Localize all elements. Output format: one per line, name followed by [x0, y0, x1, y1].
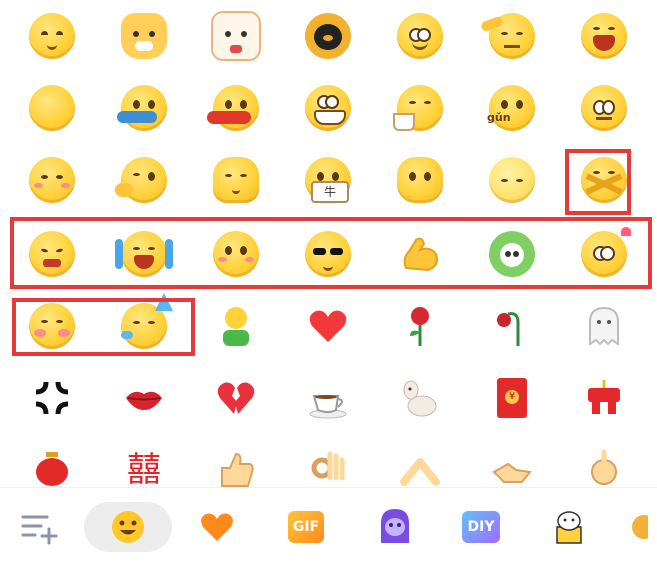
- yuan-symbol: ¥: [505, 390, 519, 404]
- emoji-tab[interactable]: [84, 502, 172, 552]
- handshake-icon: [492, 462, 532, 483]
- strong-arm-icon: [403, 237, 438, 272]
- wilted-rose-icon: [497, 312, 520, 346]
- shrug-face-emoji[interactable]: [206, 150, 266, 210]
- cabbage-dog-emoji[interactable]: [482, 224, 542, 284]
- ok-face-emoji[interactable]: [114, 150, 174, 210]
- hand-gesture-icon: [591, 449, 617, 485]
- more-tab[interactable]: [628, 502, 657, 552]
- broken-heart-emoji[interactable]: [206, 368, 266, 428]
- gif-tab-icon: GIF: [288, 511, 324, 543]
- alpaca-icon: [403, 380, 437, 417]
- firecracker-icon: [588, 380, 620, 414]
- green-man-icon: [223, 307, 249, 346]
- partial-sticker-icon: [632, 515, 648, 539]
- hand-gesture-emoji[interactable]: [574, 440, 634, 487]
- double-happiness-emoji[interactable]: 囍: [114, 440, 174, 487]
- wince-face-emoji[interactable]: [22, 224, 82, 284]
- niu-text: 牛: [311, 181, 349, 203]
- thumbs-up-emoji[interactable]: [206, 440, 266, 487]
- dazed-face-emoji[interactable]: [574, 224, 634, 284]
- firecracker-emoji[interactable]: [574, 368, 634, 428]
- red-envelope-emoji[interactable]: ¥: [482, 368, 542, 428]
- ok-hand-emoji[interactable]: [298, 440, 358, 487]
- favorites-tab[interactable]: [192, 502, 242, 552]
- gif-tab[interactable]: GIF: [281, 502, 331, 552]
- arms-crossed-emoji[interactable]: [574, 150, 634, 210]
- rose-icon: [410, 307, 429, 346]
- niu-fan-face-emoji[interactable]: 牛: [298, 150, 358, 210]
- sticker-tab-bar: GIF DIY: [0, 487, 657, 566]
- smile-face-emoji[interactable]: [22, 6, 82, 66]
- cool-face-emoji[interactable]: [298, 224, 358, 284]
- cat-gift-icon: [556, 511, 582, 544]
- blush-face-emoji[interactable]: [206, 224, 266, 284]
- salute-face-emoji[interactable]: [479, 6, 542, 66]
- fish-face-emoji[interactable]: [114, 78, 174, 138]
- ox-penguin-emoji[interactable]: [298, 6, 358, 66]
- pointing-hands-icon: [400, 458, 440, 486]
- lips-emoji[interactable]: [114, 368, 174, 428]
- diy-tab-icon: DIY: [462, 511, 500, 543]
- red-fish-face-emoji[interactable]: [206, 78, 266, 138]
- lantern-emoji[interactable]: [22, 440, 82, 487]
- anger-icon: [35, 381, 69, 415]
- cat-smirk-emoji[interactable]: [114, 6, 174, 66]
- coffee-icon: [309, 395, 347, 419]
- hug-face-emoji[interactable]: [22, 150, 82, 210]
- favorites-heart-icon: [201, 513, 233, 541]
- teeth-grin-emoji[interactable]: [298, 78, 358, 138]
- pointing-hands-emoji[interactable]: [390, 440, 450, 487]
- ghost-sticker-tab[interactable]: [370, 502, 420, 552]
- ghost-emoji[interactable]: [574, 296, 634, 356]
- tea-face-emoji[interactable]: [390, 78, 450, 138]
- handshake-emoji[interactable]: [482, 440, 542, 487]
- ghost-sticker-icon: [381, 509, 409, 543]
- grin-face-emoji[interactable]: [390, 6, 450, 66]
- gun-face-emoji[interactable]: gǔn: [482, 78, 542, 138]
- shy-face-emoji[interactable]: [390, 150, 450, 210]
- lucky-cat-emoji[interactable]: [206, 6, 266, 66]
- heart-emoji[interactable]: [298, 296, 358, 356]
- diy-label: DIY: [467, 519, 495, 535]
- gun-text: gǔn: [487, 111, 511, 124]
- shiver-face-emoji[interactable]: [574, 78, 634, 138]
- gif-label: GIF: [292, 519, 320, 535]
- strong-arm-emoji[interactable]: [390, 224, 450, 284]
- cat-gift-tab[interactable]: [544, 502, 594, 552]
- emoji-grid: gǔn 牛 ¥ 囍: [0, 0, 657, 487]
- emoji-tab-icon: [112, 511, 144, 543]
- green-man-emoji[interactable]: [206, 296, 266, 356]
- ghost-icon: [589, 306, 619, 346]
- double-happiness-text: 囍: [127, 450, 161, 487]
- thumbs-up-icon: [221, 452, 254, 487]
- rose-emoji[interactable]: [390, 296, 450, 356]
- lantern-icon: [36, 452, 68, 486]
- anger-symbol-emoji[interactable]: [22, 368, 82, 428]
- coffee-emoji[interactable]: [298, 368, 358, 428]
- blank-face-emoji[interactable]: [22, 78, 82, 138]
- ok-hand-icon: [311, 451, 345, 481]
- wilted-rose-emoji[interactable]: [482, 296, 542, 356]
- diy-tab[interactable]: DIY: [456, 502, 506, 552]
- party-face-emoji[interactable]: [114, 293, 174, 356]
- manage-icon: [21, 515, 58, 545]
- cry-laugh-emoji[interactable]: [114, 224, 174, 284]
- lips-icon: [126, 391, 162, 410]
- broken-heart-icon: [217, 382, 255, 414]
- laugh-face-emoji[interactable]: [574, 6, 634, 66]
- hair-face-emoji[interactable]: [482, 150, 542, 210]
- alpaca-emoji[interactable]: [390, 368, 450, 428]
- heart-icon: [309, 310, 347, 342]
- manage-tab[interactable]: [14, 502, 64, 552]
- blush-cute-emoji[interactable]: [22, 296, 82, 356]
